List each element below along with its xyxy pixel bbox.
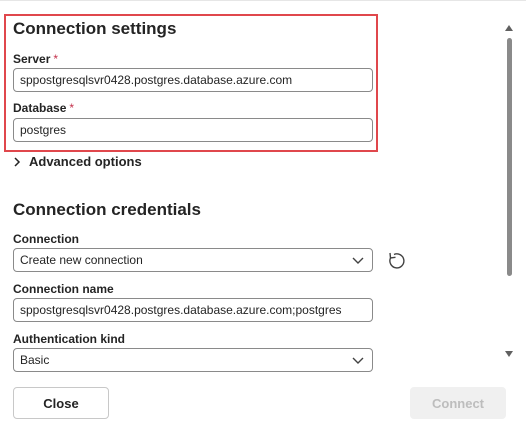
database-required-mark: *	[69, 101, 75, 115]
chevron-down-icon	[352, 257, 364, 264]
scrollbar-thumb[interactable]	[507, 38, 512, 276]
connection-dialog: Connection settings Server* Database* Ad…	[0, 0, 526, 432]
authentication-kind-value: Basic	[20, 353, 50, 367]
chevron-down-icon	[352, 357, 364, 364]
advanced-options-toggle[interactable]: Advanced options	[13, 154, 142, 169]
server-label-text: Server	[13, 52, 51, 66]
database-label: Database *	[13, 101, 74, 115]
connection-select[interactable]: Create new connection	[13, 248, 373, 272]
close-button[interactable]: Close	[13, 387, 109, 419]
database-input[interactable]	[13, 118, 373, 142]
server-input[interactable]	[13, 68, 373, 92]
advanced-options-label: Advanced options	[29, 154, 142, 169]
connection-settings-title: Connection settings	[13, 19, 177, 38]
connection-name-input[interactable]	[13, 298, 373, 322]
scroll-up-arrow-icon[interactable]	[505, 24, 513, 32]
dialog-scroll-area: Connection settings Server* Database* Ad…	[0, 0, 500, 372]
authentication-kind-label: Authentication kind	[13, 332, 125, 346]
server-label: Server *	[13, 52, 58, 66]
authentication-kind-select[interactable]: Basic	[13, 348, 373, 372]
connection-label: Connection	[13, 232, 79, 246]
dialog-footer: Close Connect	[0, 372, 526, 432]
connection-name-label: Connection name	[13, 282, 114, 296]
connect-button[interactable]: Connect	[410, 387, 506, 419]
scroll-down-arrow-icon[interactable]	[505, 350, 513, 358]
database-label-text: Database	[13, 101, 67, 115]
server-required-mark: *	[53, 52, 59, 66]
connection-select-value: Create new connection	[20, 253, 143, 267]
chevron-right-icon	[14, 156, 21, 167]
refresh-icon[interactable]	[385, 250, 407, 272]
connection-credentials-title: Connection credentials	[13, 200, 201, 219]
vertical-scrollbar[interactable]	[502, 20, 516, 362]
